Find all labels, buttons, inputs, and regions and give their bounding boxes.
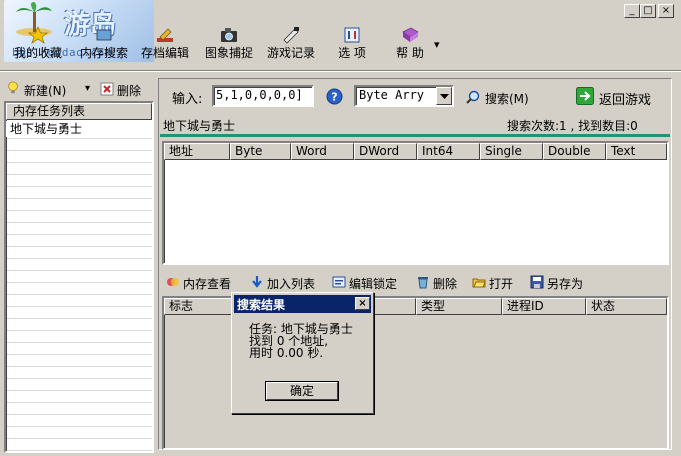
memory-chip-icon bbox=[96, 29, 112, 41]
minimize-button[interactable]: _ bbox=[624, 4, 640, 18]
chevron-down-icon bbox=[440, 94, 449, 99]
record-icon bbox=[283, 27, 299, 44]
delete-entry-button[interactable]: 删除 bbox=[414, 272, 464, 294]
edit-lock-icon bbox=[332, 276, 346, 288]
search-button[interactable]: 搜索(M) bbox=[464, 86, 540, 108]
data-type-dropdown-button[interactable] bbox=[436, 87, 452, 105]
search-input-label: 输入: bbox=[172, 92, 203, 107]
add-to-list-button[interactable]: 加入列表 bbox=[248, 272, 324, 294]
search-button-label: 搜索(M) bbox=[485, 92, 529, 106]
edit-lock-label: 编辑锁定 bbox=[349, 277, 398, 291]
options-button[interactable]: 选 项 bbox=[328, 22, 376, 66]
screen-capture-button[interactable]: 图象捕捉 bbox=[200, 22, 258, 66]
help-dropdown-arrow[interactable]: ▾ bbox=[434, 38, 440, 51]
return-to-game-button[interactable]: 返回游戏 bbox=[574, 84, 666, 108]
col-dword[interactable]: DWord bbox=[354, 143, 417, 160]
results-table: 地址 Byte Word DWord Int64 Single Double T… bbox=[162, 141, 669, 265]
lower-toolbar: 内存查看 加入列表 编辑锁定 删除 打开 另存为 bbox=[162, 272, 670, 294]
col-word[interactable]: Word bbox=[291, 143, 354, 160]
memory-search-button[interactable]: 内存搜索 bbox=[74, 22, 134, 66]
search-value-input[interactable]: 5,1,0,0,0,0] bbox=[212, 85, 314, 107]
task-list-panel: 内存任务列表 地下城与勇士 bbox=[4, 101, 154, 453]
new-task-dropdown-arrow[interactable]: ▾ bbox=[85, 83, 90, 94]
dialog-close-button[interactable]: × bbox=[355, 297, 370, 310]
dialog-title: 搜索结果 bbox=[237, 298, 286, 312]
game-record-button[interactable]: 游戏记录 bbox=[262, 22, 320, 66]
game-record-label: 游戏记录 bbox=[266, 46, 315, 60]
open-label: 打开 bbox=[489, 277, 514, 291]
star-icon bbox=[28, 26, 48, 44]
camera-icon bbox=[221, 28, 237, 42]
favorites-button[interactable]: 我的收藏 bbox=[6, 22, 70, 66]
progress-bar bbox=[160, 134, 670, 137]
help-book-icon bbox=[402, 27, 419, 42]
col-flag[interactable]: 标志 bbox=[164, 298, 234, 315]
open-button[interactable]: 打开 bbox=[470, 272, 520, 294]
view-memory-label: 内存查看 bbox=[183, 277, 232, 291]
delete-entry-label: 删除 bbox=[433, 277, 458, 291]
return-to-game-label: 返回游戏 bbox=[599, 93, 652, 108]
maximize-button[interactable]: □ bbox=[640, 4, 656, 18]
search-status: 搜索次数:1 , 找到数目:0 bbox=[507, 119, 638, 133]
memory-search-label: 内存搜索 bbox=[79, 46, 128, 60]
delete-icon bbox=[100, 82, 114, 96]
col-int64[interactable]: Int64 bbox=[417, 143, 480, 160]
col-double[interactable]: Double bbox=[543, 143, 606, 160]
arrow-down-icon bbox=[252, 276, 262, 288]
dialog-time-line: 用时 0.00 秒. bbox=[249, 346, 324, 360]
options-icon bbox=[344, 27, 360, 43]
recycle-bin-icon bbox=[418, 277, 428, 289]
memory-view-icon bbox=[167, 278, 179, 286]
search-result-dialog: 搜索结果 × 任务: 地下城与勇士 找到 0 个地址, 用时 0.00 秒. 确… bbox=[231, 292, 374, 414]
toolbar-separator bbox=[0, 70, 681, 72]
return-arrow-icon bbox=[576, 87, 594, 105]
add-to-list-label: 加入列表 bbox=[267, 277, 316, 291]
col-text[interactable]: Text bbox=[606, 143, 667, 160]
col-process-id[interactable]: 进程ID bbox=[502, 298, 586, 315]
pencil-edit-icon bbox=[157, 28, 173, 42]
magnifier-icon bbox=[466, 90, 480, 104]
dialog-title-bar: 搜索结果 × bbox=[234, 295, 371, 313]
task-list-header: 内存任务列表 bbox=[6, 103, 152, 120]
col-status[interactable]: 状态 bbox=[586, 298, 667, 315]
help-icon-glyph: ? bbox=[331, 91, 337, 104]
col-type[interactable]: 类型 bbox=[416, 298, 502, 315]
open-folder-icon bbox=[472, 278, 486, 288]
new-task-button[interactable]: 新建(N) bbox=[24, 82, 66, 99]
save-edit-button[interactable]: 存档编辑 bbox=[136, 22, 194, 66]
data-type-value: Byte Arry bbox=[359, 88, 425, 102]
col-byte[interactable]: Byte bbox=[230, 143, 291, 160]
close-button[interactable]: × bbox=[658, 4, 674, 18]
delete-task-button[interactable]: 删除 bbox=[117, 82, 141, 99]
col-address[interactable]: 地址 bbox=[164, 143, 230, 160]
col-single[interactable]: Single bbox=[480, 143, 543, 160]
dialog-message: 任务: 地下城与勇士 找到 0 个地址, 用时 0.00 秒. bbox=[249, 323, 353, 359]
save-as-button[interactable]: 另存为 bbox=[528, 272, 592, 294]
help-button[interactable]: 帮 助 bbox=[384, 22, 436, 66]
floppy-disk-icon bbox=[530, 275, 544, 289]
save-as-label: 另存为 bbox=[547, 277, 584, 291]
favorites-label: 我的收藏 bbox=[13, 46, 62, 60]
options-label: 选 项 bbox=[338, 46, 366, 60]
lightbulb-icon bbox=[8, 81, 18, 94]
help-icon[interactable]: ? bbox=[326, 88, 343, 105]
save-edit-label: 存档编辑 bbox=[140, 46, 189, 60]
view-memory-button[interactable]: 内存查看 bbox=[164, 272, 242, 294]
help-label: 帮 助 bbox=[396, 46, 424, 60]
dialog-ok-button[interactable]: 确定 bbox=[266, 382, 338, 400]
process-name: 地下城与勇士 bbox=[163, 119, 236, 133]
screen-capture-label: 图象捕捉 bbox=[204, 46, 253, 60]
task-list-item[interactable]: 地下城与勇士 bbox=[6, 121, 152, 137]
edit-lock-button[interactable]: 编辑锁定 bbox=[330, 272, 406, 294]
sidebar-toolbar: 新建(N) ▾ 删除 bbox=[0, 78, 156, 100]
